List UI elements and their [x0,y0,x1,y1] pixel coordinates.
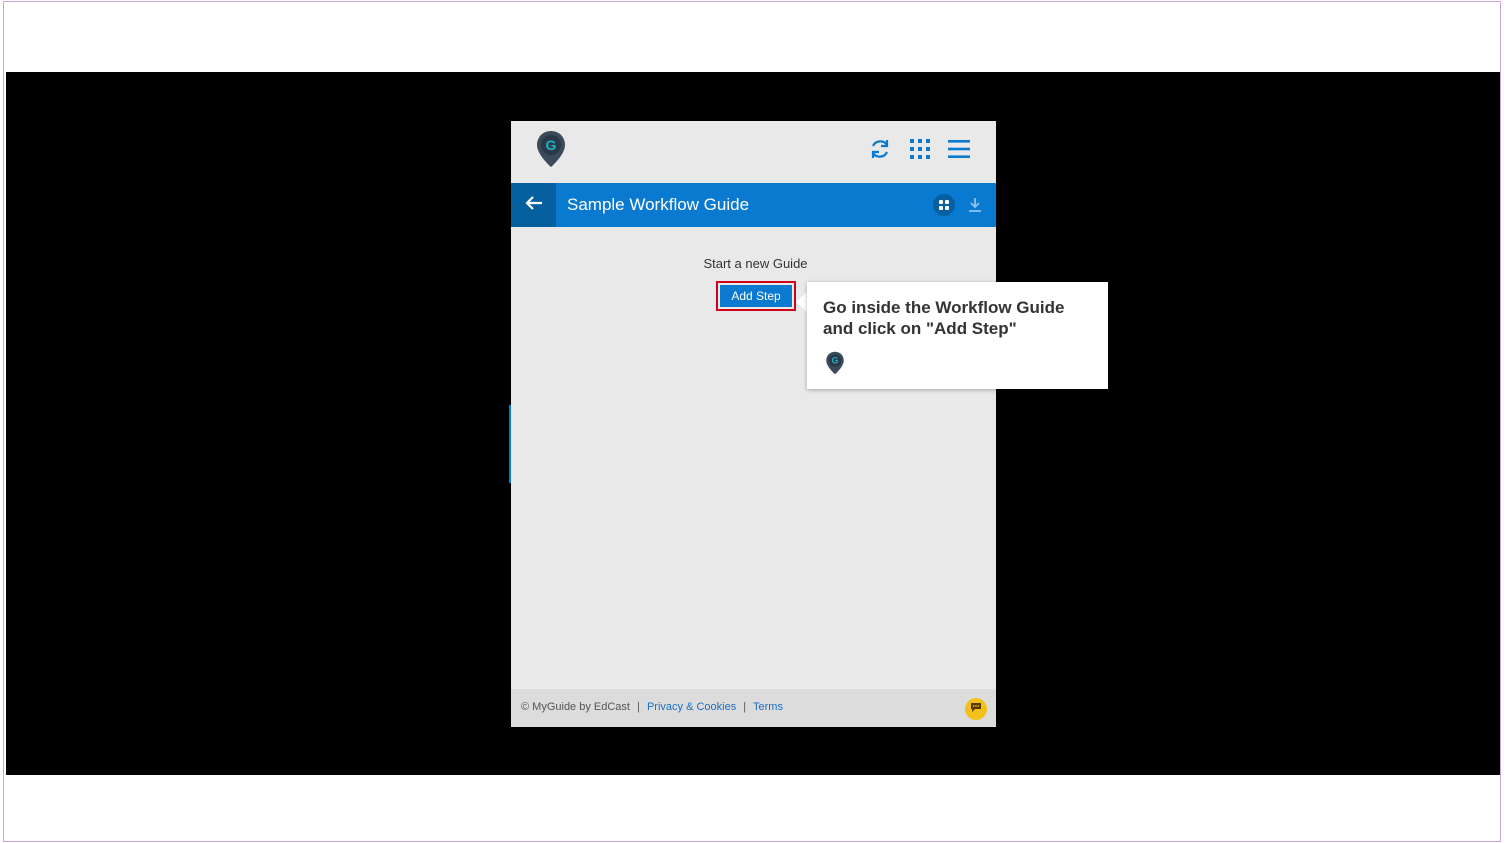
svg-text:G: G [546,137,557,153]
tooltip-arrow [796,292,807,312]
tooltip-text: Go inside the Workflow Guide and click o… [823,298,1065,338]
myguide-pin-logo-icon: G [825,350,845,376]
hamburger-menu-icon[interactable] [945,135,973,163]
arrow-left-icon [524,195,543,216]
footer-links: © MyGuide by EdCast | Privacy & Cookies … [521,701,783,713]
add-step-highlight: Add Step [716,281,796,311]
chat-bubble-icon [970,702,982,716]
myguide-panel: G Sample Workflow Guide Start a new Guid… [511,121,996,727]
guide-tooltip: Go inside the Workflow Guide and click o… [807,282,1108,389]
guide-title: Sample Workflow Guide [567,195,750,214]
apps-icon[interactable] [932,193,956,217]
chat-button[interactable] [965,698,987,720]
copyright-text: © MyGuide by EdCast [521,701,630,713]
start-guide-text: Start a new Guide [703,256,808,271]
grid-dots-icon[interactable] [906,135,934,163]
footer-separator: | [637,701,640,713]
terms-link[interactable]: Terms [753,701,783,713]
panel-topbar: G [511,121,996,183]
back-button[interactable] [511,183,556,227]
privacy-cookies-link[interactable]: Privacy & Cookies [647,701,736,713]
guide-titlebar: Sample Workflow Guide [511,183,996,227]
myguide-pin-logo-icon: G [535,129,567,169]
footer-separator: | [743,701,747,713]
svg-text:G: G [832,356,839,366]
panel-footer: © MyGuide by EdCast | Privacy & Cookies … [511,689,996,727]
add-step-button[interactable]: Add Step [720,285,792,307]
refresh-icon[interactable] [866,135,894,163]
download-icon[interactable] [963,193,987,217]
